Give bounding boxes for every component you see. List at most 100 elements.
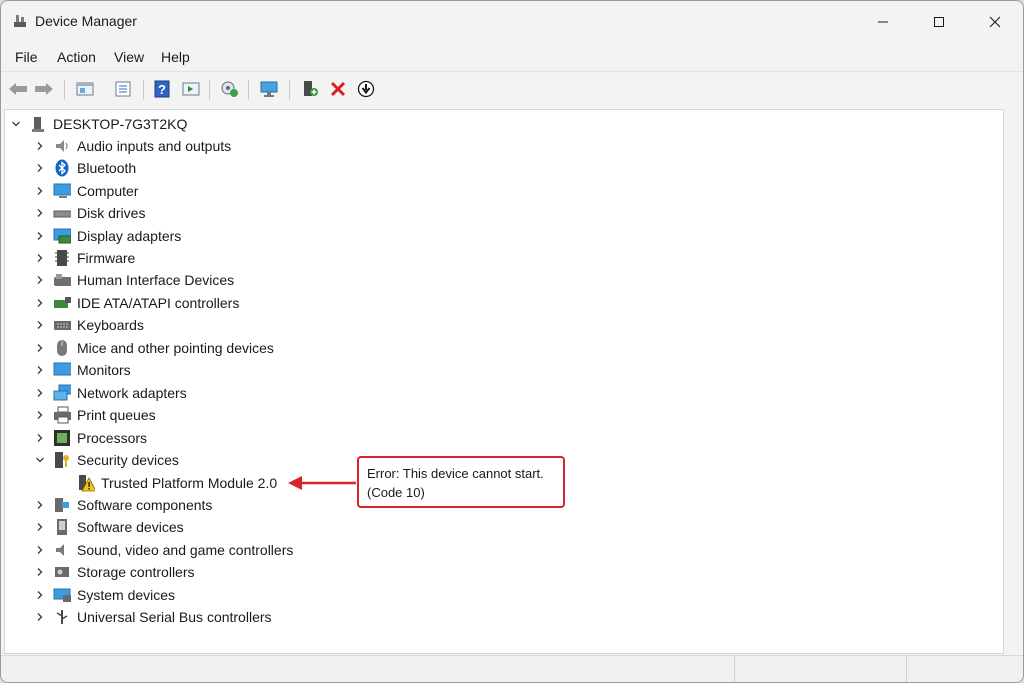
chevron-right-icon[interactable] — [33, 229, 47, 243]
monitor-icon — [53, 361, 71, 379]
tree-category[interactable]: Storage controllers — [33, 561, 195, 583]
chevron-down-icon[interactable] — [9, 117, 23, 131]
keyboard-icon — [53, 316, 71, 334]
tree-category[interactable]: Firmware — [33, 247, 135, 269]
svg-text:?: ? — [158, 82, 166, 97]
status-separator — [906, 656, 907, 682]
chevron-right-icon[interactable] — [33, 318, 47, 332]
tree-category[interactable]: Disk drives — [33, 202, 145, 224]
scan-hardware-button[interactable] — [219, 78, 241, 100]
properties-window-button[interactable] — [74, 78, 96, 100]
title-bar[interactable]: Device Manager — [1, 1, 1023, 43]
menu-view[interactable]: View — [114, 49, 144, 65]
tree-category[interactable]: IDE ATA/ATAPI controllers — [33, 292, 239, 314]
callout-arrow — [288, 476, 356, 490]
tree-category[interactable]: System devices — [33, 584, 175, 606]
tree-category-label: System devices — [77, 587, 176, 603]
warning-device-icon — [77, 474, 95, 492]
status-bar — [1, 655, 1023, 682]
chevron-right-icon[interactable] — [33, 610, 47, 624]
chevron-right-icon[interactable] — [33, 565, 47, 579]
toolbar: ? — [1, 71, 1023, 106]
chevron-right-icon[interactable] — [33, 251, 47, 265]
details-icon — [115, 81, 131, 97]
chevron-right-icon[interactable] — [33, 520, 47, 534]
tree-category[interactable]: Network adapters — [33, 382, 187, 404]
device-manager-app-icon — [12, 13, 28, 29]
tree-category[interactable]: Software components — [33, 494, 212, 516]
system-device-icon — [53, 586, 71, 604]
scan-hardware-icon — [221, 81, 238, 97]
run-button[interactable] — [180, 78, 202, 100]
tree-category-label: Computer — [77, 183, 139, 199]
chevron-right-icon[interactable] — [33, 498, 47, 512]
forward-button[interactable] — [33, 78, 55, 100]
chevron-right-icon[interactable] — [33, 139, 47, 153]
tree-category[interactable]: Audio inputs and outputs — [33, 135, 231, 157]
chevron-right-icon[interactable] — [33, 341, 47, 355]
chevron-right-icon[interactable] — [33, 431, 47, 445]
update-driver-button[interactable] — [355, 78, 377, 100]
chevron-right-icon[interactable] — [33, 588, 47, 602]
tree-category-label: Print queues — [77, 407, 156, 423]
chevron-right-icon[interactable] — [33, 161, 47, 175]
tree-category-label: Network adapters — [77, 385, 187, 401]
toolbar-separator — [248, 80, 249, 100]
tree-category-expanded[interactable]: Security devices — [33, 449, 179, 471]
error-callout: Error: This device cannot start. (Code 1… — [357, 456, 565, 508]
processor-icon — [53, 429, 71, 447]
tree-category[interactable]: Computer — [33, 180, 138, 202]
tree-category[interactable]: Print queues — [33, 404, 156, 426]
chevron-right-icon[interactable] — [33, 273, 47, 287]
chevron-right-icon[interactable] — [33, 543, 47, 557]
tree-category-label: Monitors — [77, 362, 131, 378]
toolbar-separator — [64, 80, 65, 100]
chevron-right-icon[interactable] — [33, 296, 47, 310]
tree-category[interactable]: Processors — [33, 427, 147, 449]
help-icon: ? — [154, 80, 170, 98]
tree-category[interactable]: Sound, video and game controllers — [33, 539, 293, 561]
chevron-right-icon[interactable] — [33, 184, 47, 198]
tree-device-warning[interactable]: Trusted Platform Module 2.0 — [77, 472, 277, 494]
tree-category[interactable]: Software devices — [33, 516, 184, 538]
chevron-down-icon[interactable] — [33, 453, 47, 467]
chevron-right-icon[interactable] — [33, 408, 47, 422]
chevron-right-icon[interactable] — [33, 363, 47, 377]
maximize-button[interactable] — [911, 1, 967, 43]
tree-category[interactable]: Human Interface Devices — [33, 269, 234, 291]
ide-controller-icon — [53, 294, 71, 312]
menu-action[interactable]: Action — [57, 49, 96, 65]
menu-file[interactable]: File — [15, 49, 38, 65]
back-icon — [9, 83, 27, 95]
disk-drive-icon — [53, 204, 71, 222]
tree-category[interactable]: Monitors — [33, 359, 131, 381]
callout-line-1: Error: This device cannot start. — [367, 466, 544, 481]
details-button[interactable] — [112, 78, 134, 100]
tree-category-label: Display adapters — [77, 228, 182, 244]
hid-icon — [53, 271, 71, 289]
help-button[interactable]: ? — [151, 78, 173, 100]
tree-category[interactable]: Bluetooth — [33, 157, 136, 179]
window-title: Device Manager — [35, 13, 137, 29]
chevron-right-icon[interactable] — [33, 206, 47, 220]
tree-category[interactable]: Keyboards — [33, 314, 144, 336]
vertical-scrollbar[interactable] — [1004, 109, 1023, 654]
tree-device-label: Trusted Platform Module 2.0 — [101, 475, 278, 491]
back-button[interactable] — [7, 78, 29, 100]
tree-root[interactable]: DESKTOP-7G3T2KQ — [9, 113, 187, 135]
device-tree[interactable]: DESKTOP-7G3T2KQ Audio inputs and outputs… — [4, 109, 1004, 654]
close-button[interactable] — [967, 1, 1023, 43]
monitor-button[interactable] — [258, 78, 280, 100]
add-driver-button[interactable] — [299, 78, 321, 100]
uninstall-button[interactable] — [327, 78, 349, 100]
menu-help[interactable]: Help — [161, 49, 190, 65]
tree-category[interactable]: Display adapters — [33, 225, 181, 247]
tree-category[interactable]: Mice and other pointing devices — [33, 337, 274, 359]
update-driver-icon — [357, 80, 375, 98]
toolbar-separator — [143, 80, 144, 100]
minimize-button[interactable] — [855, 1, 911, 43]
chevron-right-icon[interactable] — [33, 386, 47, 400]
tree-category[interactable]: Universal Serial Bus controllers — [33, 606, 272, 628]
usb-icon — [53, 608, 71, 626]
minimize-icon — [878, 21, 888, 23]
